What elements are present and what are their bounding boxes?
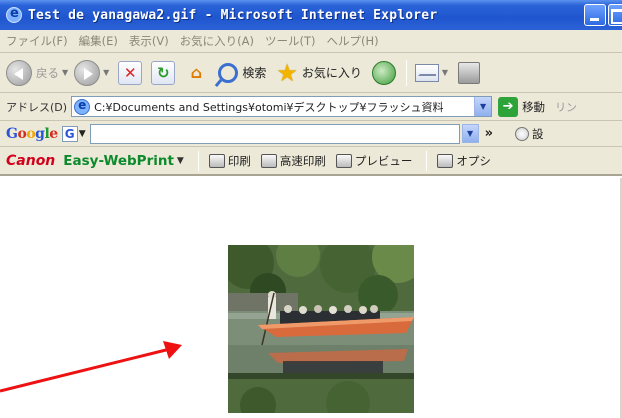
forward-dropdown-icon[interactable]: ▼ [103, 68, 109, 77]
maximize-button[interactable] [608, 4, 622, 26]
chevron-more-icon[interactable]: » [485, 126, 493, 141]
annotation-arrow [0, 341, 182, 393]
toolbar-separator [405, 59, 407, 86]
menu-bar: ファイル(F) 編集(E) 表示(V) お気に入り(A) ツール(T) ヘルプ(… [0, 30, 622, 53]
page-icon [74, 98, 91, 115]
easy-webprint-menu[interactable]: Easy-WebPrint [63, 153, 174, 169]
google-search-input[interactable] [89, 123, 460, 144]
canon-toolbar: Canon Easy-WebPrint ▼ 印刷 高速印刷 プレビュー オプシ [0, 147, 622, 176]
fast-print-button[interactable]: 高速印刷 [280, 153, 326, 169]
google-g-button[interactable]: G [61, 125, 78, 142]
mail-dropdown-icon[interactable]: ▼ [442, 68, 448, 77]
menu-help[interactable]: ヘルプ(H) [327, 33, 379, 49]
options-button[interactable]: オプシ [456, 153, 491, 169]
menu-edit[interactable]: 編集(E) [79, 33, 118, 49]
history-icon[interactable] [371, 60, 396, 85]
preview-button[interactable]: プレビュー [355, 153, 413, 169]
mail-icon[interactable] [414, 63, 439, 82]
ie-icon [6, 6, 22, 23]
address-value[interactable]: C:¥Documents and Settings¥otomi¥デスクトップ¥フ… [94, 99, 474, 115]
go-arrow-icon[interactable]: ➔ [498, 96, 519, 117]
back-label: 戻る [36, 65, 59, 80]
menu-view[interactable]: 表示(V) [129, 33, 169, 49]
title-bar: Test de yanagawa2.gif - Microsoft Intern… [0, 0, 622, 30]
settings-radio-icon[interactable] [515, 126, 530, 141]
print-icon[interactable] [458, 61, 481, 84]
options-icon[interactable] [437, 153, 454, 168]
search-icon[interactable] [218, 62, 239, 83]
minimize-button[interactable] [584, 4, 606, 26]
links-label[interactable]: リン [555, 99, 577, 115]
settings-label[interactable]: 設 [532, 126, 544, 142]
forward-button[interactable] [74, 59, 101, 86]
preview-icon[interactable] [335, 153, 352, 168]
refresh-button[interactable]: ↻ [151, 60, 176, 85]
address-label: アドレス(D) [6, 100, 68, 114]
search-label[interactable]: 検索 [242, 64, 266, 81]
canon-separator-2 [426, 150, 428, 171]
printer-icon[interactable] [208, 153, 225, 168]
menu-file[interactable]: ファイル(F) [6, 33, 68, 49]
menu-tools[interactable]: ツール(T) [265, 33, 316, 49]
home-button[interactable]: ⌂ [184, 61, 208, 85]
canal-boat-image [228, 245, 414, 413]
easy-webprint-caret-icon[interactable]: ▼ [177, 156, 184, 166]
canon-logo: Canon [6, 152, 56, 169]
back-button[interactable] [6, 59, 32, 86]
address-bar: アドレス(D) C:¥Documents and Settings¥otomi¥… [0, 93, 622, 121]
google-menu-caret-icon[interactable]: ▼ [79, 129, 86, 139]
menu-favorites[interactable]: お気に入り(A) [180, 33, 254, 49]
stop-button[interactable]: ✕ [118, 60, 143, 85]
go-button[interactable]: 移動 [522, 99, 545, 115]
canon-separator [197, 150, 199, 171]
google-toolbar: Google G ▼ ▼ » 設 [0, 121, 622, 147]
favorites-label[interactable]: お気に入り [302, 64, 362, 81]
address-dropdown-icon[interactable]: ▼ [474, 97, 492, 116]
back-dropdown-icon[interactable]: ▼ [62, 68, 68, 77]
fast-printer-icon[interactable] [260, 153, 277, 168]
google-dropdown-icon[interactable]: ▼ [461, 124, 479, 143]
standard-toolbar: 戻る ▼ ▼ ✕ ↻ ⌂ 検索 ★ お気に入り ▼ [0, 53, 622, 93]
print-button[interactable]: 印刷 [228, 153, 251, 169]
google-logo[interactable]: Google [6, 126, 58, 142]
address-input[interactable]: C:¥Documents and Settings¥otomi¥デスクトップ¥フ… [71, 96, 493, 117]
window-controls [582, 4, 622, 26]
favorites-star-icon[interactable]: ★ [276, 61, 298, 85]
window-title: Test de yanagawa2.gif - Microsoft Intern… [28, 7, 438, 23]
